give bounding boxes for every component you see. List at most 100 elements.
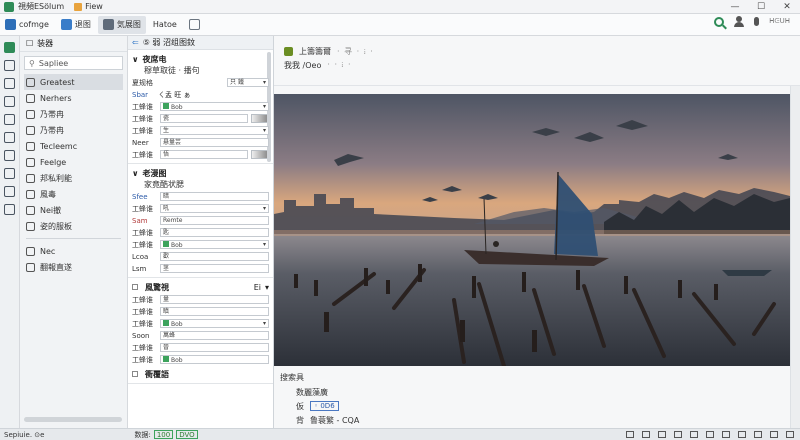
prop-input[interactable]: Bob ▾ <box>160 102 269 111</box>
bell-icon[interactable] <box>690 431 698 438</box>
view-icon[interactable] <box>754 431 762 438</box>
section-3-value[interactable]: Ei <box>254 283 261 292</box>
search-icon[interactable] <box>714 16 725 27</box>
nav-item-label: 姿的服板 <box>40 221 72 231</box>
microphone-icon[interactable] <box>754 17 760 26</box>
tag-icon[interactable] <box>4 78 15 89</box>
section-3-header[interactable]: 風驚視 Ei ▾ <box>132 281 269 293</box>
caption-badge[interactable]: ◦ 0D6 <box>310 401 339 411</box>
prop-input[interactable]: 瞋 <box>160 307 269 316</box>
nav-item-6[interactable]: 邦私利能 <box>20 170 127 186</box>
clock-icon[interactable] <box>658 431 666 438</box>
toolbar-item-text[interactable]: Hatoe <box>148 16 182 34</box>
zoom-value[interactable]: 100 <box>153 430 174 439</box>
nav-item-0[interactable]: Greatest <box>24 74 123 90</box>
share-icon[interactable] <box>4 150 15 161</box>
nav-item-5[interactable]: Feelge <box>20 154 127 170</box>
toolbar-item-grid[interactable] <box>184 16 205 34</box>
properties-section-2: ∨ 老漫图 家竟酷状腮 Sfee 暗 工蜂谁吼 ▾ Sam Remte 工蜂谁匙 工蜂… <box>128 164 273 278</box>
prop-input[interactable]: 暗 <box>160 192 269 201</box>
document-tab[interactable]: Fiew <box>74 2 103 11</box>
prop-input[interactable]: 悬量芸 <box>160 138 269 147</box>
user-icon[interactable] <box>734 16 745 27</box>
share-icon[interactable] <box>738 431 746 438</box>
gear-icon[interactable] <box>4 204 15 215</box>
library-icon[interactable] <box>4 42 15 53</box>
nav-item-9[interactable]: 姿的服板 <box>20 218 127 234</box>
section-1-row-a: 夏规格 只 鐵 ▾ <box>132 77 269 88</box>
section-3-footer[interactable]: 衝覆語 <box>132 368 269 380</box>
nav-item-2[interactable]: 乃帯冉 <box>20 106 127 122</box>
list-icon[interactable] <box>642 431 650 438</box>
nav-item-1[interactable]: Nerhers <box>20 90 127 106</box>
row-label: 工蜂谁 <box>132 126 153 135</box>
properties-header-title: ⑤ 弱 沼组图鈫 <box>142 38 195 47</box>
prop-value: 瞋 <box>163 308 170 315</box>
icon-rail <box>0 36 20 428</box>
nav-footer-item-0[interactable]: Nec <box>20 243 127 259</box>
doc-icon[interactable] <box>4 132 15 143</box>
toolbar-item-image[interactable]: 退图 <box>56 16 96 34</box>
prop-input[interactable]: 量 <box>160 295 269 304</box>
prop-value: 悟 <box>163 151 170 158</box>
main-photo[interactable] <box>274 94 790 366</box>
clock-icon[interactable] <box>4 96 15 107</box>
maximize-button[interactable]: ☐ <box>748 0 774 14</box>
prop-input[interactable]: 晉 <box>160 343 269 352</box>
zoom-control: 数据: 100 DVO <box>134 430 198 440</box>
prop-input[interactable]: Bob ▾ <box>160 240 269 249</box>
viewer-scrollbar[interactable] <box>790 86 800 428</box>
document-tab-label: Fiew <box>85 2 103 11</box>
prop-input[interactable]: 悟 <box>160 150 248 159</box>
prop-input[interactable]: 萬蜂 <box>160 331 269 340</box>
prop-input[interactable]: 茎 <box>160 264 269 273</box>
nav-item-label: 風毒 <box>40 189 56 199</box>
prop-input[interactable]: Remte <box>160 216 269 225</box>
trash-icon[interactable] <box>4 186 15 197</box>
info-icon[interactable] <box>786 431 794 438</box>
section-1-header[interactable]: ∨ 夜席电 <box>132 53 269 65</box>
nav-item-8[interactable]: Nei撤 <box>20 202 127 218</box>
section-2-header[interactable]: ∨ 老漫图 <box>132 167 269 179</box>
grid-icon[interactable] <box>626 431 634 438</box>
image-icon[interactable] <box>674 431 682 438</box>
back-arrow-icon[interactable]: ⇐ <box>132 38 139 47</box>
prop-row: 工蜂谁 Bob ▾ <box>132 101 269 112</box>
small-boat <box>722 270 772 276</box>
camera-icon[interactable] <box>4 114 15 125</box>
settings-icon[interactable] <box>770 431 778 438</box>
prop-input[interactable]: 歡 <box>160 252 269 261</box>
prop-input[interactable]: Bob <box>160 355 269 364</box>
row-label: Lcoa <box>132 252 149 261</box>
nav-item-4[interactable]: Tecleemc <box>20 138 127 154</box>
prop-row: 工蜂谁吼 ▾ <box>132 203 269 214</box>
section-checkbox[interactable] <box>132 284 138 290</box>
nav-horizontal-scrollbar[interactable] <box>24 417 122 422</box>
nav-footer-item-1[interactable]: 翻報直遂 <box>20 259 127 275</box>
format-select[interactable]: 只 鐵 ▾ <box>227 78 269 87</box>
prop-value: 茎 <box>163 265 170 272</box>
prop-input[interactable]: Bob ▾ <box>160 319 269 328</box>
view-mode[interactable]: DVO <box>176 430 198 439</box>
prop-input[interactable]: 瓷 <box>160 114 248 123</box>
prop-row: Lcoa 歡 <box>132 251 269 262</box>
folder-icon[interactable] <box>4 60 15 71</box>
prop-input[interactable]: 吼 ▾ <box>160 204 269 213</box>
box-icon[interactable] <box>4 168 15 179</box>
document-tab-icon <box>74 2 83 11</box>
section-1-title: 夜席电 <box>142 54 167 64</box>
prop-input[interactable]: 匙 <box>160 228 269 237</box>
nav-item-3[interactable]: 乃帯冉 <box>20 122 127 138</box>
close-button[interactable]: ✕ <box>774 0 800 14</box>
collapse-icon[interactable]: ☐ <box>26 39 33 48</box>
minimize-button[interactable]: — <box>722 0 748 14</box>
prop-input[interactable]: 生 ▾ <box>160 126 269 135</box>
zoom-icon[interactable] <box>706 431 714 438</box>
toolbar-item-layers[interactable]: cofmge <box>0 16 54 34</box>
toolbar-item-gallery[interactable]: 気展图 <box>97 15 146 34</box>
section-checkbox[interactable] <box>132 371 138 377</box>
nav-divider <box>26 238 121 239</box>
nav-search-input[interactable]: ⚲ Sapliee <box>24 56 123 70</box>
cloud-icon[interactable] <box>722 431 730 438</box>
nav-item-7[interactable]: 風毒 <box>20 186 127 202</box>
